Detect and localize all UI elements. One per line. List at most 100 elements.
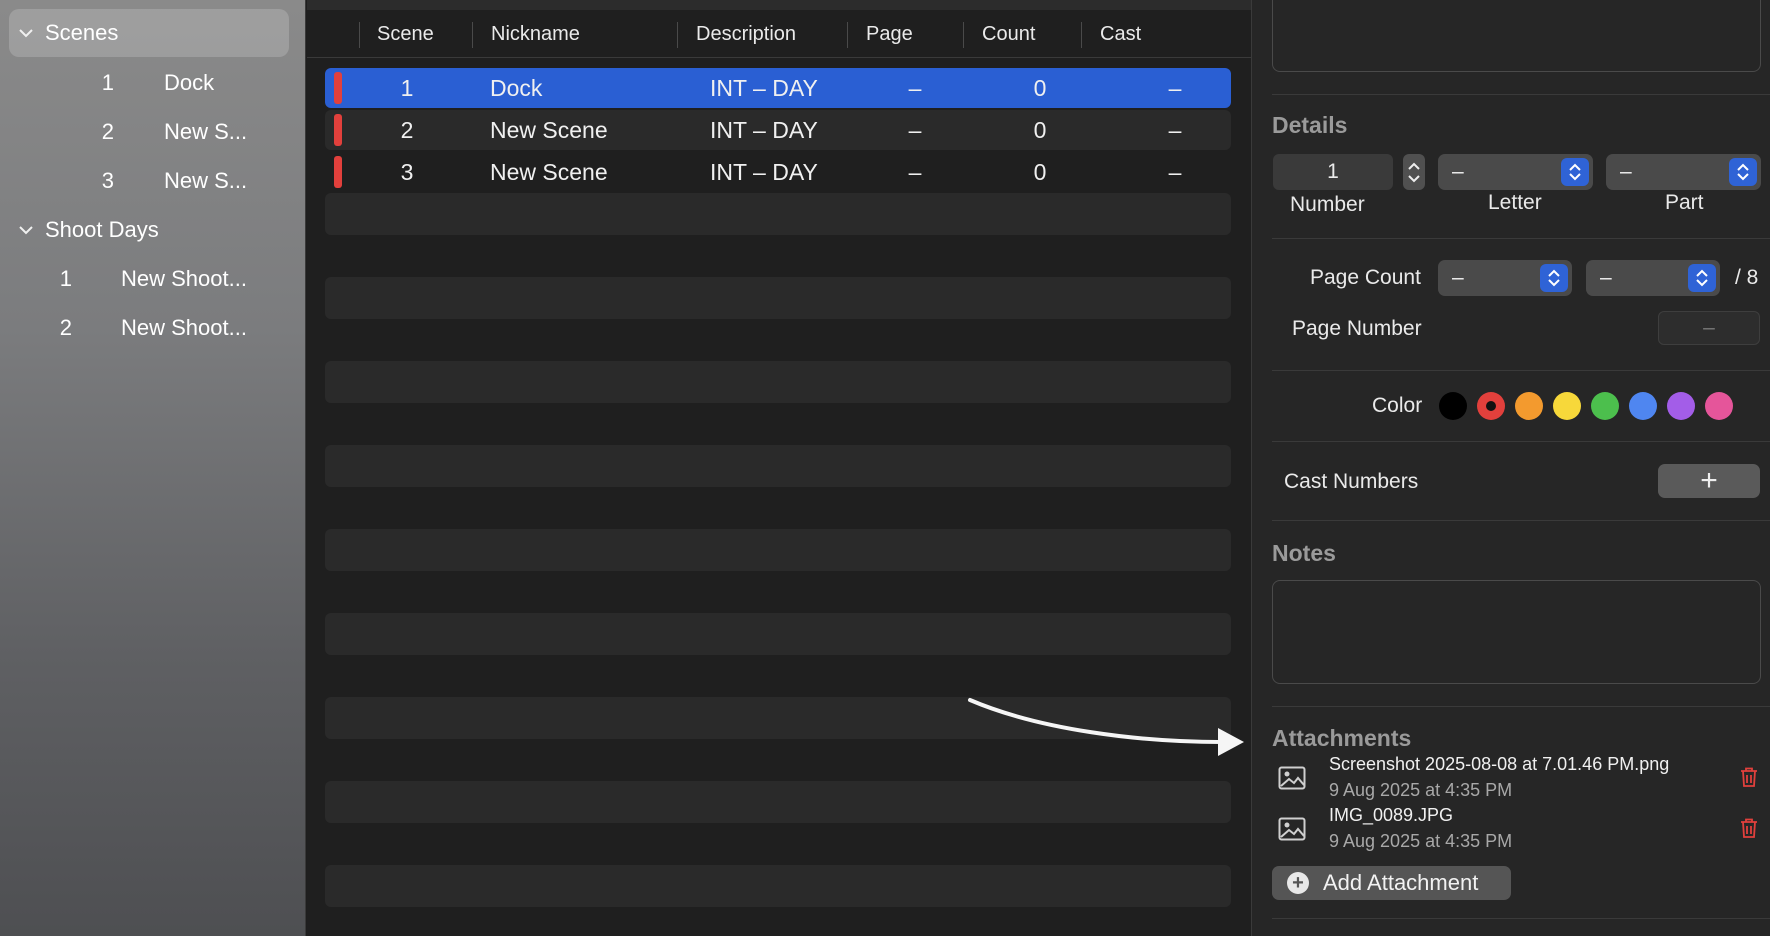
color-swatch[interactable]	[1667, 392, 1695, 420]
cell-page: –	[908, 116, 922, 143]
description-box[interactable]	[1272, 0, 1761, 72]
chevron-down-icon[interactable]	[19, 222, 45, 238]
color-swatch[interactable]	[1515, 392, 1543, 420]
column-header-count[interactable]: Count	[982, 10, 1035, 58]
letter-value: –	[1452, 160, 1464, 183]
empty-row	[325, 277, 1231, 319]
column-header-nickname[interactable]: Nickname	[491, 10, 580, 58]
sidebar-item-number: 2	[101, 119, 114, 144]
empty-row	[325, 361, 1231, 403]
updown-chevron-icon[interactable]	[1688, 264, 1716, 292]
add-attachment-button[interactable]: + Add Attachment	[1272, 866, 1511, 900]
sidebar-item-scene[interactable]: 3 New S...	[0, 159, 264, 203]
table-row[interactable]: 3 New Scene INT – DAY – 0 –	[325, 152, 1231, 192]
sidebar-item-shoot-day[interactable]: 1 New Shoot...	[0, 257, 261, 301]
notes-box[interactable]	[1272, 580, 1761, 684]
empty-row	[325, 193, 1231, 235]
sidebar-item-label: New S...	[164, 119, 248, 144]
scene-color-marker	[334, 114, 342, 146]
annotation-arrow-icon	[968, 698, 1244, 756]
sidebar-item-label: New Shoot...	[121, 266, 247, 291]
table-header: Scene Nickname Description Page Count Ca…	[307, 10, 1251, 58]
section-title-details: Details	[1272, 112, 1348, 138]
chevron-down-icon[interactable]	[19, 25, 45, 41]
scene-color-marker	[334, 72, 342, 104]
chevron-up-icon[interactable]	[1408, 162, 1420, 170]
divider	[1272, 706, 1770, 707]
column-separator	[472, 22, 473, 48]
column-header-page[interactable]: Page	[866, 10, 913, 58]
attachment-date: 9 Aug 2025 at 4:35 PM	[1329, 831, 1513, 851]
cell-page: –	[908, 158, 922, 185]
color-swatch[interactable]	[1629, 392, 1657, 420]
divider	[1272, 441, 1770, 442]
page-count-label: Page Count	[1310, 266, 1421, 289]
image-file-icon	[1278, 817, 1306, 841]
column-header-description[interactable]: Description	[696, 10, 796, 58]
scene-table: Scene Nickname Description Page Count Ca…	[307, 0, 1251, 936]
column-separator	[677, 22, 678, 48]
column-separator	[963, 22, 964, 48]
table-row[interactable]: 1 Dock INT – DAY – 0 –	[325, 68, 1231, 108]
empty-row	[325, 865, 1231, 907]
cell-description: INT – DAY	[710, 158, 818, 185]
chevron-down-icon[interactable]	[1408, 174, 1420, 183]
sidebar-section-shoot-days[interactable]: Shoot Days	[9, 206, 289, 254]
cell-page: –	[908, 74, 922, 101]
scene-color-marker	[334, 156, 342, 188]
divider	[1272, 238, 1770, 239]
sidebar-section-label: Scenes	[45, 20, 119, 45]
divider	[1272, 918, 1770, 919]
color-swatch[interactable]	[1477, 392, 1505, 420]
add-attachment-label: Add Attachment	[1323, 870, 1479, 895]
column-separator	[359, 22, 360, 48]
sidebar-item-scene[interactable]: 2 New S...	[0, 110, 264, 154]
cell-count: 0	[1033, 158, 1047, 185]
empty-row	[325, 781, 1231, 823]
sidebar-item-shoot-day[interactable]: 2 New Shoot...	[0, 306, 261, 350]
sidebar-item-scene[interactable]: 1 Dock	[0, 61, 264, 105]
sidebar-item-number: 1	[59, 266, 72, 291]
trash-icon[interactable]	[1739, 817, 1759, 839]
color-swatch[interactable]	[1553, 392, 1581, 420]
page-number-field[interactable]: –	[1658, 311, 1760, 345]
attachment-name[interactable]: IMG_0089.JPG	[1329, 805, 1453, 826]
sidebar-section-label: Shoot Days	[45, 217, 159, 242]
selected-dot-icon	[1486, 401, 1496, 411]
color-swatch[interactable]	[1439, 392, 1467, 420]
cell-description: INT – DAY	[710, 74, 818, 101]
page-count-popup[interactable]: –	[1438, 260, 1572, 296]
section-title-attachments: Attachments	[1272, 725, 1412, 751]
number-stepper[interactable]	[1403, 154, 1425, 190]
color-swatch[interactable]	[1705, 392, 1733, 420]
updown-chevron-icon[interactable]	[1561, 158, 1589, 186]
number-label: Number	[1290, 193, 1365, 216]
column-header-scene[interactable]: Scene	[377, 10, 434, 58]
part-label: Part	[1665, 191, 1704, 214]
cell-cast: –	[1168, 158, 1182, 185]
table-row[interactable]: 2 New Scene INT – DAY – 0 –	[325, 110, 1231, 150]
attachment-name[interactable]: Screenshot 2025-08-08 at 7.01.46 PM.png	[1329, 754, 1669, 775]
sidebar-item-number: 1	[101, 70, 114, 95]
updown-chevron-icon[interactable]	[1540, 264, 1568, 292]
trash-icon[interactable]	[1739, 766, 1759, 788]
page-count-eighths-popup[interactable]: –	[1586, 260, 1720, 296]
sidebar-item-label: Dock	[164, 70, 215, 95]
page-number-label: Page Number	[1292, 317, 1422, 340]
part-popup[interactable]: –	[1606, 154, 1761, 190]
letter-label: Letter	[1488, 191, 1542, 214]
attachment-date: 9 Aug 2025 at 4:35 PM	[1329, 780, 1513, 800]
column-header-cast[interactable]: Cast	[1100, 10, 1141, 58]
number-field[interactable]: 1	[1273, 154, 1393, 190]
empty-row	[325, 445, 1231, 487]
updown-chevron-icon[interactable]	[1729, 158, 1757, 186]
letter-popup[interactable]: –	[1438, 154, 1593, 190]
cell-nickname: Dock	[490, 74, 543, 101]
toolbar-strip	[307, 0, 1251, 10]
divider	[1272, 94, 1770, 95]
cell-scene: 2	[400, 116, 414, 143]
column-separator	[847, 22, 848, 48]
color-swatch[interactable]	[1591, 392, 1619, 420]
add-cast-button[interactable]: +	[1658, 464, 1760, 498]
sidebar-section-scenes[interactable]: Scenes	[9, 9, 289, 57]
